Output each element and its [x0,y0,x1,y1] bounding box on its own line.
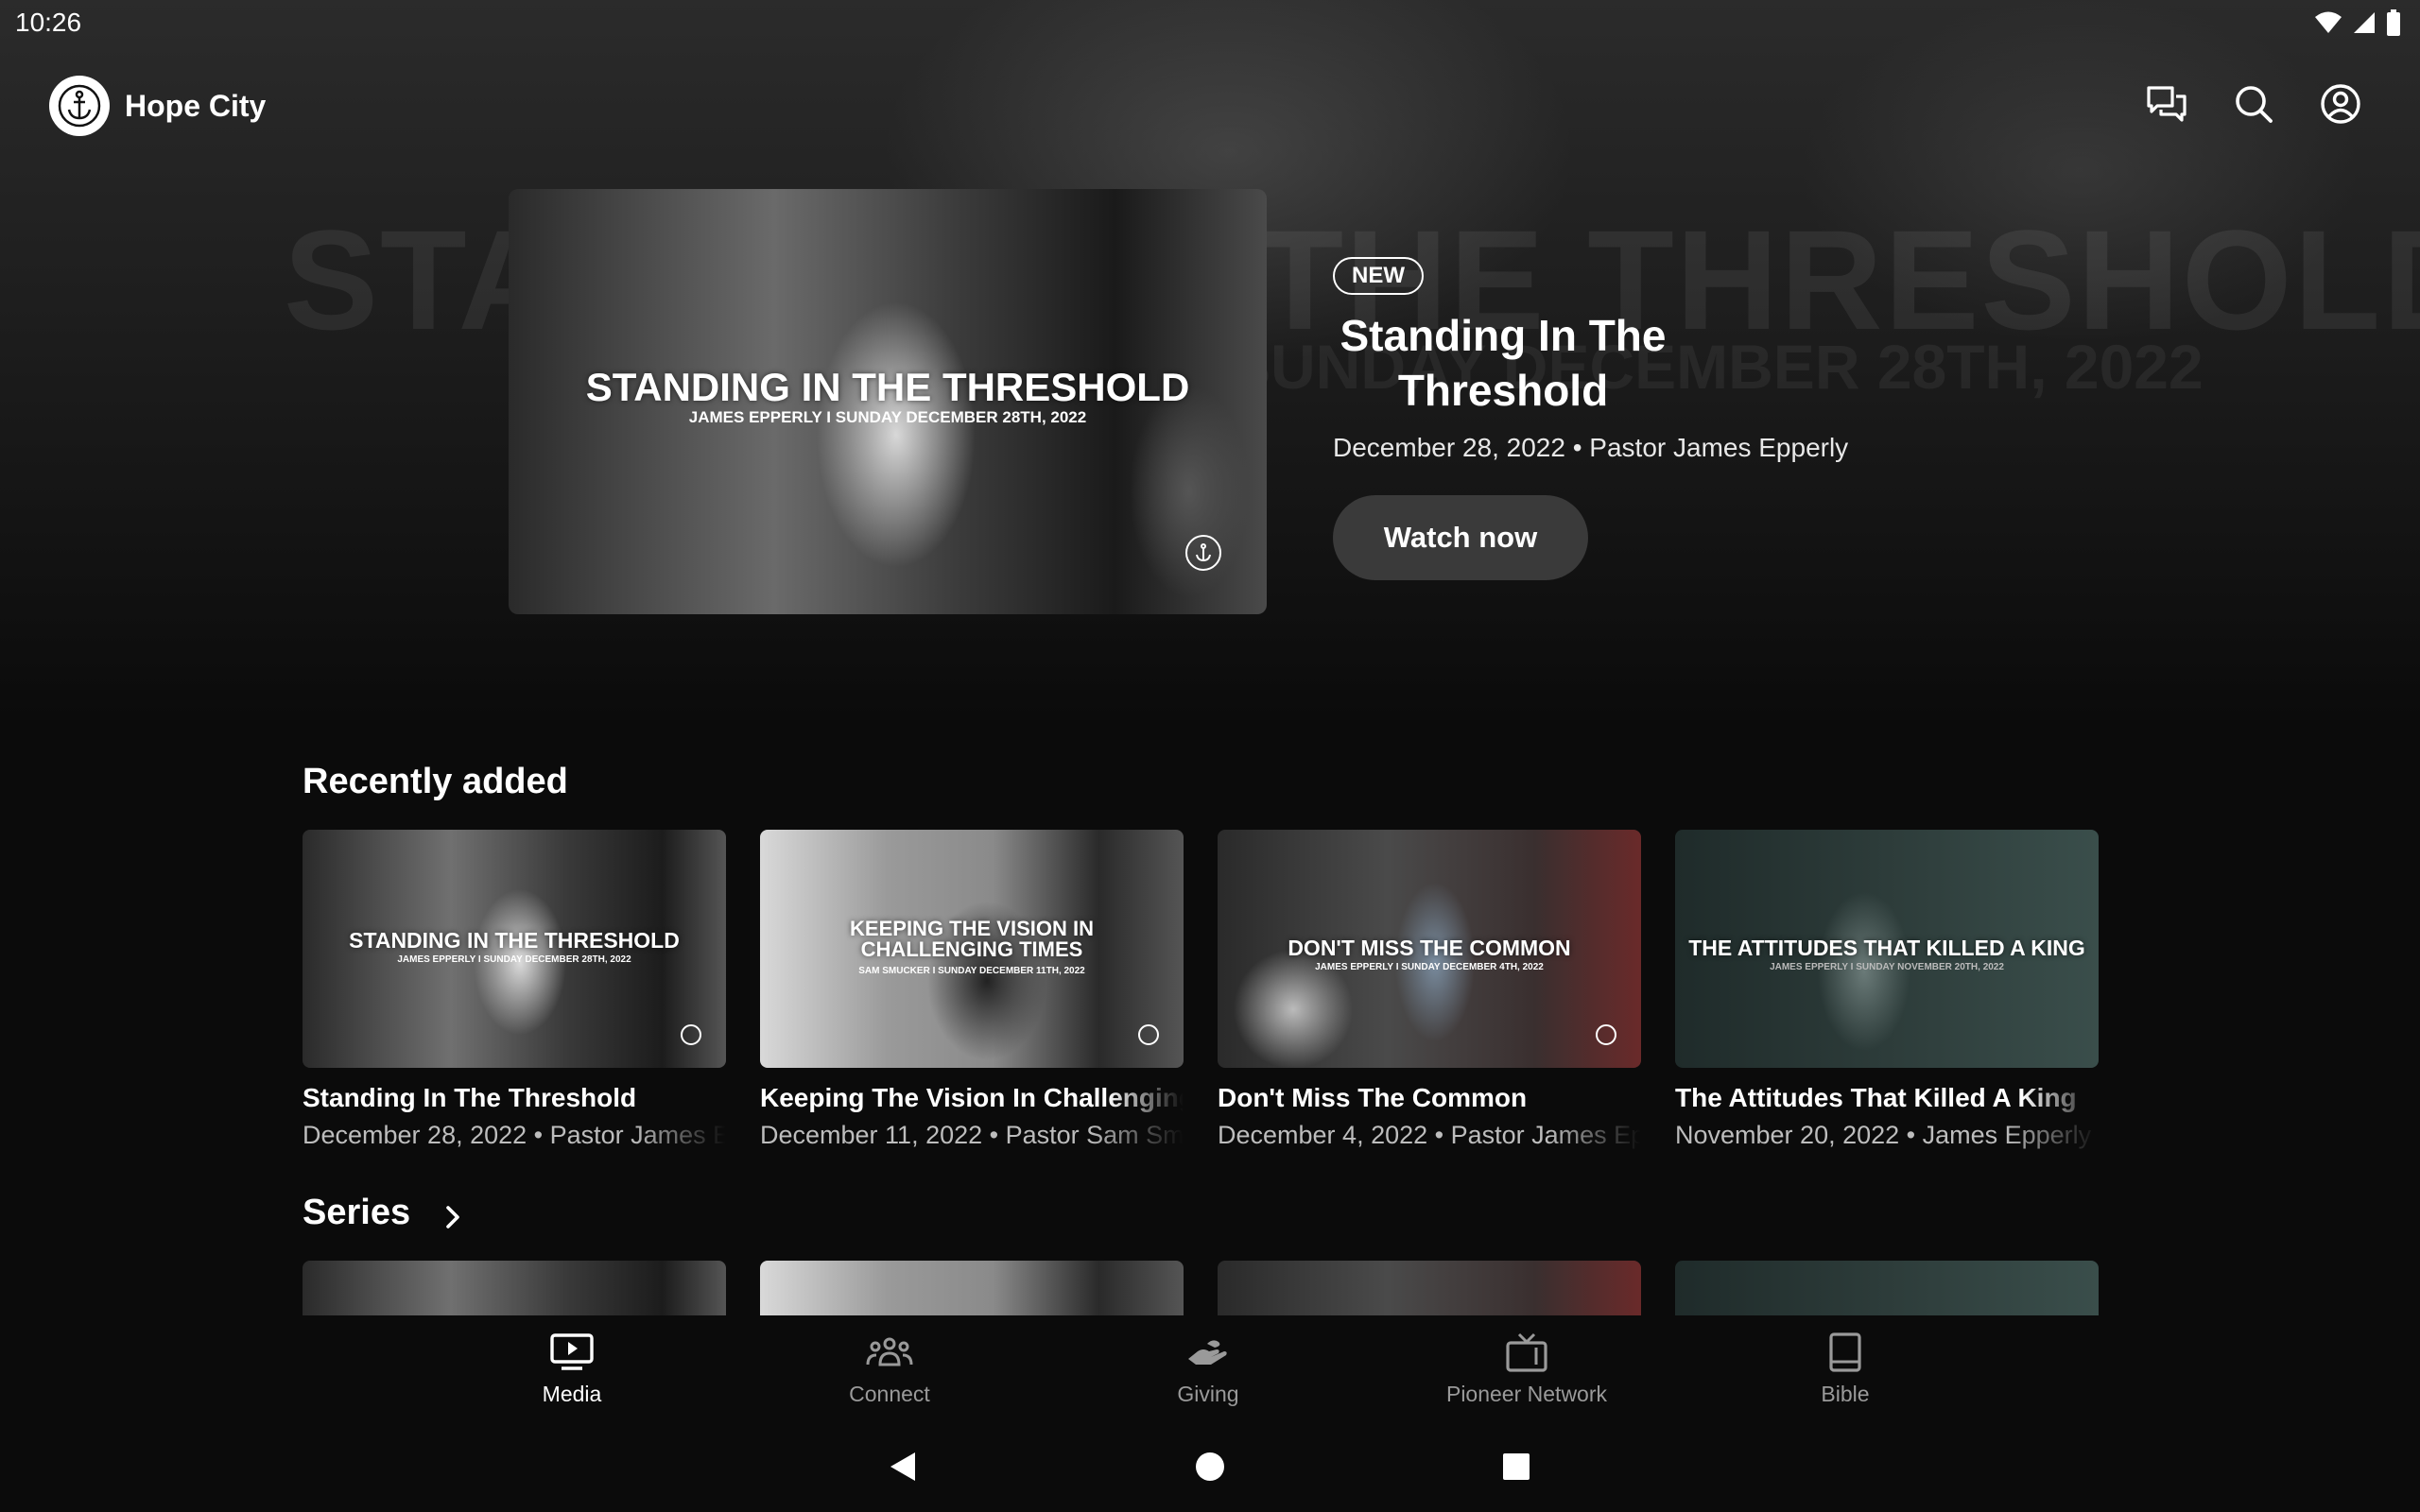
anchor-icon [1596,1024,1616,1045]
featured-title: Standing In The Threshold [1340,311,1667,415]
profile-button[interactable] [2318,81,2363,127]
new-badge: NEW [1333,257,1424,295]
search-button[interactable] [2231,81,2276,127]
status-bar: 10:26 [0,0,2420,47]
home-button[interactable] [1191,1448,1229,1486]
people-icon [866,1337,913,1366]
card-thumbnail-subtitle: JAMES EPPERLY I SUNDAY NOVEMBER 20TH, 20… [1770,962,2004,972]
giving-hand-icon [1188,1340,1227,1365]
bottom-navigation: Media Connect Giving Pioneer Network Bib… [0,1315,2420,1419]
media-card[interactable]: DON'T MISS THE COMMON JAMES EPPERLY I SU… [1218,830,1641,1150]
nav-label: Media [542,1382,602,1406]
card-thumbnail: STANDING IN THE THRESHOLD JAMES EPPERLY … [302,830,726,1068]
nav-media[interactable]: Media [458,1331,685,1407]
top-actions [2144,81,2363,127]
status-icons [2314,9,2401,36]
series-heading[interactable]: Series [302,1193,410,1233]
home-icon [1196,1452,1224,1481]
card-title: Standing In The Threshold [302,1083,637,1112]
nav-giving[interactable]: Giving [1095,1331,1322,1407]
series-card[interactable] [1218,1261,1641,1315]
back-icon [890,1452,915,1481]
featured-meta: December 28, 2022 • Pastor James Epperly [1333,433,1849,462]
back-button[interactable] [884,1448,922,1486]
card-title: Keeping The Vision In Challenging Times [760,1083,1184,1112]
signal-icon [2354,12,2375,33]
search-icon [2236,86,2273,123]
watch-now-button[interactable]: Watch now [1333,495,1588,580]
media-card[interactable]: STANDING IN THE THRESHOLD JAMES EPPERLY … [302,830,726,1150]
book-icon [1829,1332,1861,1372]
series-card[interactable] [760,1261,1184,1315]
nav-label: Bible [1821,1382,1870,1406]
chat-button[interactable] [2144,81,2189,127]
nav-pioneer-network[interactable]: Pioneer Network [1413,1331,1640,1407]
card-thumbnail-subtitle: JAMES EPPERLY I SUNDAY DECEMBER 28TH, 20… [397,954,631,965]
anchor-icon [58,84,101,128]
media-icon [550,1333,594,1370]
tv-icon [1506,1332,1547,1372]
recents-button[interactable] [1497,1448,1535,1486]
card-thumbnail-title: THE ATTITUDES THAT KILLED A KING [1688,936,2085,960]
series-card[interactable] [302,1261,726,1315]
featured-thumbnail[interactable]: STANDING IN THE THRESHOLD JAMES EPPERLY … [509,189,1267,614]
card-thumbnail: KEEPING THE VISION IN CHALLENGING TIMES … [760,830,1184,1068]
card-title: Don't Miss The Common [1218,1083,1528,1112]
app-title: Hope City [125,89,267,123]
card-thumbnail: THE ATTITUDES THAT KILLED A KING JAMES E… [1675,830,2099,1068]
card-thumbnail-title: DON'T MISS THE COMMON [1288,936,1571,960]
media-card[interactable]: THE ATTITUDES THAT KILLED A KING JAMES E… [1675,830,2099,1150]
chevron-right-icon[interactable] [441,1202,465,1237]
featured-thumbnail-subtitle: JAMES EPPERLY I SUNDAY DECEMBER 28TH, 20… [688,408,1087,426]
nav-label: Giving [1177,1382,1239,1406]
nav-label: Pioneer Network [1445,1382,1608,1406]
card-thumbnail-title: STANDING IN THE THRESHOLD [349,928,680,953]
system-navigation-bar [0,1419,2420,1512]
series-row [0,1261,2420,1315]
card-meta: November 20, 2022 • James Epperly [1675,1121,2092,1149]
wifi-icon [2315,11,2342,33]
chat-icon [2147,86,2187,122]
anchor-icon [681,1024,701,1045]
card-thumbnail: DON'T MISS THE COMMON JAMES EPPERLY I SU… [1218,830,1641,1068]
card-title: The Attitudes That Killed A King [1675,1083,2077,1112]
anchor-icon [1138,1024,1159,1045]
recents-icon [1503,1453,1530,1480]
nav-connect[interactable]: Connect [776,1331,1003,1407]
status-time: 10:26 [15,8,82,37]
card-meta: December 28, 2022 • Pastor James Epperly [302,1121,726,1149]
app-logo[interactable] [49,76,110,136]
series-card[interactable] [1675,1261,2099,1315]
media-card[interactable]: KEEPING THE VISION IN CHALLENGING TIMES … [760,830,1184,1150]
card-meta: December 4, 2022 • Pastor James Epperly [1218,1121,1641,1149]
card-meta: December 11, 2022 • Pastor Sam Smucker [760,1121,1184,1149]
anchor-icon [1185,535,1221,571]
recently-added-heading: Recently added [302,762,568,801]
card-thumbnail-title: KEEPING THE VISION IN CHALLENGING TIMES [850,917,1094,961]
nav-bible[interactable]: Bible [1732,1331,1959,1407]
featured-thumbnail-title: STANDING IN THE THRESHOLD [585,365,1190,409]
battery-icon [2387,9,2400,36]
account-icon [2321,84,2360,124]
card-thumbnail-subtitle: SAM SMUCKER I SUNDAY DECEMBER 11TH, 2022 [858,966,1085,976]
card-thumbnail-subtitle: JAMES EPPERLY I SUNDAY DECEMBER 4TH, 202… [1315,962,1544,972]
nav-label: Connect [849,1382,930,1406]
